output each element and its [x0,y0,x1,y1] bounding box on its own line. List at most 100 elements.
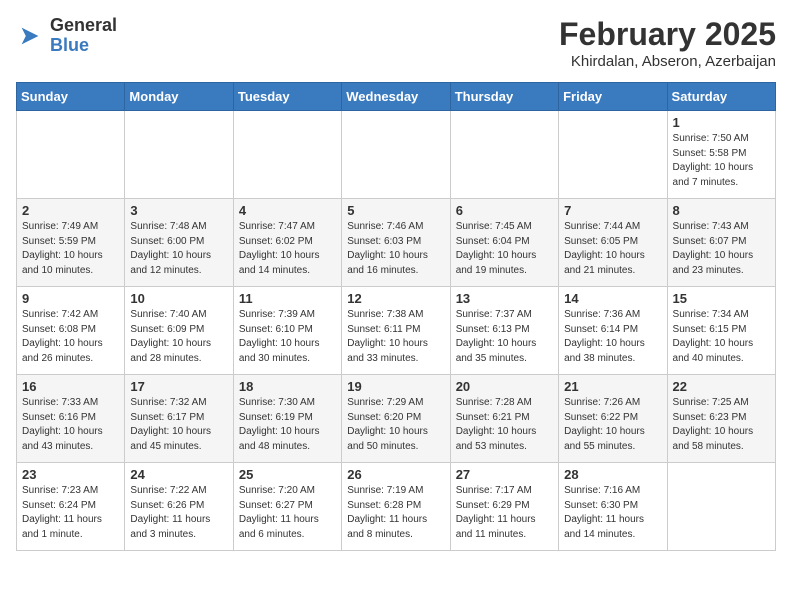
day-number: 24 [130,467,227,482]
day-info: Sunrise: 7:47 AM Sunset: 6:02 PM Dayligh… [239,220,336,278]
day-number: 25 [239,467,336,482]
day-number: 17 [130,379,227,394]
day-info: Sunrise: 7:38 AM Sunset: 6:11 PM Dayligh… [347,308,444,366]
day-number: 20 [456,379,553,394]
day-number: 16 [22,379,119,394]
day-number: 26 [347,467,444,482]
day-number: 21 [564,379,661,394]
day-number: 9 [22,291,119,306]
calendar-table: SundayMondayTuesdayWednesdayThursdayFrid… [16,82,776,551]
day-info: Sunrise: 7:37 AM Sunset: 6:13 PM Dayligh… [456,308,553,366]
day-number: 2 [22,203,119,218]
day-number: 15 [673,291,770,306]
logo: General Blue [16,16,117,56]
day-info: Sunrise: 7:20 AM Sunset: 6:27 PM Dayligh… [239,484,336,542]
day-info: Sunrise: 7:28 AM Sunset: 6:21 PM Dayligh… [456,396,553,454]
calendar-cell: 18 Sunrise: 7:30 AM Sunset: 6:19 PM Dayli… [233,375,341,463]
calendar-cell: 19Sunrise: 7:29 AM Sunset: 6:20 PM Dayli… [342,375,450,463]
day-info: Sunrise: 7:40 AM Sunset: 6:09 PM Dayligh… [130,308,227,366]
calendar-cell: 1 Sunrise: 7:50 AM Sunset: 5:58 PM Daylig… [667,111,775,199]
weekday-header-tuesday: Tuesday [233,83,341,111]
calendar-cell: 11 Sunrise: 7:39 AM Sunset: 6:10 PM Dayli… [233,287,341,375]
calendar-cell [125,111,233,199]
day-info: Sunrise: 7:49 AM Sunset: 5:59 PM Dayligh… [22,220,119,278]
calendar-cell: 5Sunrise: 7:46 AM Sunset: 6:03 PM Daylig… [342,199,450,287]
day-info: Sunrise: 7:34 AM Sunset: 6:15 PM Dayligh… [673,308,770,366]
calendar-cell: 2 Sunrise: 7:49 AM Sunset: 5:59 PM Daylig… [17,199,125,287]
day-info: Sunrise: 7:42 AM Sunset: 6:08 PM Dayligh… [22,308,119,366]
day-info: Sunrise: 7:33 AM Sunset: 6:16 PM Dayligh… [22,396,119,454]
day-info: Sunrise: 7:26 AM Sunset: 6:22 PM Dayligh… [564,396,661,454]
day-number: 6 [456,203,553,218]
day-info: Sunrise: 7:44 AM Sunset: 6:05 PM Dayligh… [564,220,661,278]
calendar-cell: 14 Sunrise: 7:36 AM Sunset: 6:14 PM Dayli… [559,287,667,375]
day-number: 19 [347,379,444,394]
day-number: 13 [456,291,553,306]
day-number: 12 [347,291,444,306]
calendar-cell: 24 Sunrise: 7:22 AM Sunset: 6:26 PM Dayli… [125,463,233,551]
day-info: Sunrise: 7:36 AM Sunset: 6:14 PM Dayligh… [564,308,661,366]
day-info: Sunrise: 7:17 AM Sunset: 6:29 PM Dayligh… [456,484,553,542]
calendar-cell: 15 Sunrise: 7:34 AM Sunset: 6:15 PM Dayli… [667,287,775,375]
weekday-header-monday: Monday [125,83,233,111]
day-info: Sunrise: 7:32 AM Sunset: 6:17 PM Dayligh… [130,396,227,454]
calendar-cell: 23Sunrise: 7:23 AM Sunset: 6:24 PM Dayli… [17,463,125,551]
calendar-cell: 12 Sunrise: 7:38 AM Sunset: 6:11 PM Dayli… [342,287,450,375]
day-info: Sunrise: 7:43 AM Sunset: 6:07 PM Dayligh… [673,220,770,278]
calendar-cell [450,111,558,199]
logo-text: General Blue [50,16,117,56]
calendar-cell: 9 Sunrise: 7:42 AM Sunset: 6:08 PM Daylig… [17,287,125,375]
calendar-cell: 25 Sunrise: 7:20 AM Sunset: 6:27 PM Dayli… [233,463,341,551]
calendar-cell: 16 Sunrise: 7:33 AM Sunset: 6:16 PM Dayli… [17,375,125,463]
day-info: Sunrise: 7:23 AM Sunset: 6:24 PM Dayligh… [22,484,119,542]
day-info: Sunrise: 7:50 AM Sunset: 5:58 PM Dayligh… [673,132,770,190]
calendar-cell [667,463,775,551]
day-info: Sunrise: 7:25 AM Sunset: 6:23 PM Dayligh… [673,396,770,454]
calendar-header-row: SundayMondayTuesdayWednesdayThursdayFrid… [17,83,776,111]
weekday-header-saturday: Saturday [667,83,775,111]
calendar-week-row: 23Sunrise: 7:23 AM Sunset: 6:24 PM Dayli… [17,463,776,551]
calendar-cell: 20 Sunrise: 7:28 AM Sunset: 6:21 PM Dayli… [450,375,558,463]
day-number: 28 [564,467,661,482]
day-number: 3 [130,203,227,218]
calendar-cell: 28 Sunrise: 7:16 AM Sunset: 6:30 PM Dayli… [559,463,667,551]
title-block: February 2025 Khirdalan, Abseron, Azerba… [559,16,776,70]
calendar-cell: 27Sunrise: 7:17 AM Sunset: 6:29 PM Dayli… [450,463,558,551]
logo-general: General [50,15,117,35]
page-header: General Blue February 2025 Khirdalan, Ab… [16,16,776,70]
calendar-cell: 26 Sunrise: 7:19 AM Sunset: 6:28 PM Dayli… [342,463,450,551]
calendar-cell [233,111,341,199]
calendar-cell [342,111,450,199]
calendar-cell [17,111,125,199]
weekday-header-sunday: Sunday [17,83,125,111]
day-number: 14 [564,291,661,306]
day-info: Sunrise: 7:19 AM Sunset: 6:28 PM Dayligh… [347,484,444,542]
day-number: 1 [673,115,770,130]
calendar-week-row: 1 Sunrise: 7:50 AM Sunset: 5:58 PM Daylig… [17,111,776,199]
calendar-cell: 10Sunrise: 7:40 AM Sunset: 6:09 PM Dayli… [125,287,233,375]
day-number: 7 [564,203,661,218]
calendar-week-row: 16 Sunrise: 7:33 AM Sunset: 6:16 PM Dayli… [17,375,776,463]
calendar-week-row: 2 Sunrise: 7:49 AM Sunset: 5:59 PM Daylig… [17,199,776,287]
day-info: Sunrise: 7:45 AM Sunset: 6:04 PM Dayligh… [456,220,553,278]
day-info: Sunrise: 7:39 AM Sunset: 6:10 PM Dayligh… [239,308,336,366]
calendar-cell: 13 Sunrise: 7:37 AM Sunset: 6:13 PM Dayli… [450,287,558,375]
calendar-cell: 7 Sunrise: 7:44 AM Sunset: 6:05 PM Daylig… [559,199,667,287]
calendar-week-row: 9 Sunrise: 7:42 AM Sunset: 6:08 PM Daylig… [17,287,776,375]
day-info: Sunrise: 7:30 AM Sunset: 6:19 PM Dayligh… [239,396,336,454]
day-number: 11 [239,291,336,306]
day-info: Sunrise: 7:16 AM Sunset: 6:30 PM Dayligh… [564,484,661,542]
calendar-cell: 22 Sunrise: 7:25 AM Sunset: 6:23 PM Dayli… [667,375,775,463]
logo-blue: Blue [50,35,89,55]
day-number: 4 [239,203,336,218]
calendar-cell: 3Sunrise: 7:48 AM Sunset: 6:00 PM Daylig… [125,199,233,287]
day-number: 18 [239,379,336,394]
calendar-cell: 21 Sunrise: 7:26 AM Sunset: 6:22 PM Dayli… [559,375,667,463]
page-subtitle: Khirdalan, Abseron, Azerbaijan [559,53,776,70]
day-number: 5 [347,203,444,218]
calendar-cell: 6 Sunrise: 7:45 AM Sunset: 6:04 PM Daylig… [450,199,558,287]
calendar-cell: 8Sunrise: 7:43 AM Sunset: 6:07 PM Daylig… [667,199,775,287]
day-number: 22 [673,379,770,394]
page-title: February 2025 [559,16,776,53]
day-info: Sunrise: 7:22 AM Sunset: 6:26 PM Dayligh… [130,484,227,542]
